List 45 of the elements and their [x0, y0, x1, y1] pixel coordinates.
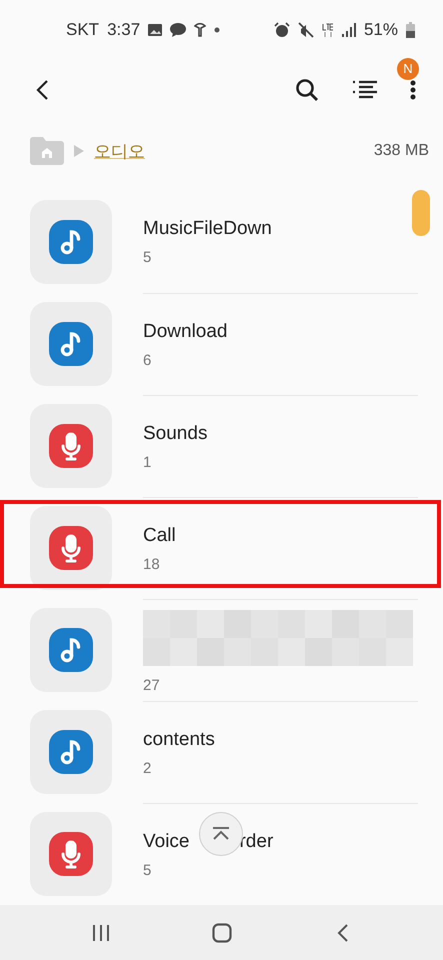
scroll-thumb[interactable]: [412, 190, 430, 236]
item-count: 27: [143, 676, 161, 694]
folder-name: Voice: [143, 830, 190, 853]
folder-name: rder: [239, 830, 274, 853]
more-options-icon: [410, 78, 416, 101]
music-note-icon: [49, 628, 93, 672]
image-icon: [148, 24, 162, 36]
battery-percent-text: 51%: [364, 20, 398, 40]
more-options-button[interactable]: [409, 78, 417, 102]
folder-name: Sounds: [143, 422, 208, 445]
item-count: 6: [143, 352, 152, 369]
clock-text: 3:37: [107, 20, 140, 40]
item-count: 5: [143, 249, 152, 266]
signal-icon: [342, 22, 356, 38]
breadcrumb-folder[interactable]: 오디오: [94, 140, 145, 163]
folder-name: MusicFileDown: [143, 218, 272, 240]
sort-list-icon: [353, 80, 377, 100]
home-icon: [212, 922, 232, 943]
microphone-icon: [49, 526, 93, 570]
music-note-icon: [49, 730, 93, 774]
item-count: 1: [143, 454, 152, 471]
notification-badge: N: [397, 58, 419, 80]
battery-icon: [406, 22, 415, 38]
microphone-icon: [49, 424, 93, 468]
lte-icon: [322, 22, 334, 38]
folder-name: Download: [143, 320, 228, 343]
alarm-icon: [274, 22, 290, 38]
search-icon: [295, 78, 319, 102]
microphone-icon: [49, 832, 93, 876]
item-count: 18: [143, 556, 161, 573]
chevron-right-icon: [74, 145, 84, 158]
recent-apps-icon: [92, 924, 110, 942]
storage-size-text: 338 MB: [374, 142, 429, 160]
item-count: 2: [143, 760, 152, 777]
item-count: 5: [143, 862, 152, 879]
chat-bubble-icon: [170, 22, 186, 37]
back-icon: [336, 922, 348, 943]
scroll-to-top-icon: [211, 827, 231, 842]
folder-name: Call: [143, 524, 176, 547]
music-note-icon: [49, 322, 93, 366]
music-note-icon: [49, 220, 93, 264]
mute-icon: [298, 22, 314, 38]
carrier-text: SKT: [66, 20, 100, 40]
dot-icon: [214, 26, 220, 33]
folder-name: contents: [143, 728, 215, 751]
